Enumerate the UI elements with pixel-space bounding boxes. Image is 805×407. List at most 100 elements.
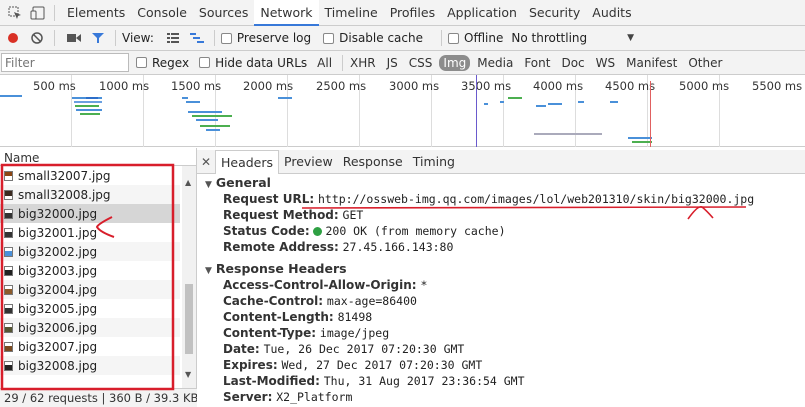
image-file-icon: [4, 227, 13, 238]
header-key: Server:: [223, 390, 273, 404]
header-row: Last-Modified: Thu, 31 Aug 2017 23:36:54…: [223, 374, 525, 388]
load-marker: [650, 81, 651, 147]
filter-input[interactable]: [1, 53, 129, 72]
tab-console[interactable]: Console: [131, 0, 193, 26]
list-item[interactable]: small32008.jpg: [0, 185, 180, 204]
hide-data-urls-label: Hide data URLs: [215, 55, 308, 70]
list-item[interactable]: big32004.jpg: [0, 280, 180, 299]
large-rows-icon[interactable]: [162, 27, 184, 49]
request-name: big32008.jpg: [18, 358, 98, 373]
filter-type-ws[interactable]: WS: [592, 55, 619, 71]
image-file-icon: [4, 284, 13, 295]
column-header-name[interactable]: Name: [0, 148, 196, 166]
preserve-log-checkbox[interactable]: Preserve log: [220, 31, 311, 45]
request-bar: [548, 103, 562, 105]
tab-preview[interactable]: Preview: [279, 150, 338, 174]
general-title: General: [215, 175, 271, 190]
request-bar: [628, 137, 652, 139]
response-headers-title: Response Headers: [215, 261, 347, 276]
tab-application[interactable]: Application: [441, 0, 523, 26]
filter-type-doc[interactable]: Doc: [557, 55, 588, 71]
request-url-value: http://ossweb-img.qq.com/images/lol/web2…: [317, 192, 755, 206]
tab-network[interactable]: Network: [254, 0, 319, 26]
request-bar: [206, 129, 220, 131]
timeline-tick-label: 2500 ms: [316, 79, 367, 93]
header-value: *: [420, 278, 428, 292]
list-item[interactable]: small32007.jpg: [0, 166, 180, 185]
filter-type-js[interactable]: JS: [383, 55, 402, 71]
header-key: Remote Address:: [223, 240, 339, 254]
timeline-tick-label: 4500 ms: [605, 79, 656, 93]
filter-icon[interactable]: [87, 27, 109, 49]
inspect-element-icon[interactable]: [7, 5, 23, 21]
scroll-up-icon[interactable]: ▲: [185, 178, 191, 187]
filter-type-other[interactable]: Other: [684, 55, 726, 71]
tab-security[interactable]: Security: [523, 0, 586, 26]
image-file-icon: [4, 322, 13, 333]
header-row: Access-Control-Allow-Origin: *: [223, 278, 427, 292]
list-item[interactable]: big32006.jpg: [0, 318, 180, 337]
device-mode-icon[interactable]: [30, 5, 46, 21]
list-item[interactable]: big32008.jpg: [0, 356, 180, 375]
list-item[interactable]: big32003.jpg: [0, 261, 180, 280]
checkbox-icon: [323, 32, 335, 44]
filter-type-css[interactable]: CSS: [405, 55, 437, 71]
list-item[interactable]: big32007.jpg: [0, 337, 180, 356]
checkbox-icon: [448, 32, 459, 44]
tab-audits[interactable]: Audits: [586, 0, 637, 26]
video-camera-icon[interactable]: [63, 27, 85, 49]
tab-timeline[interactable]: Timeline: [319, 0, 384, 26]
filter-type-img[interactable]: Img: [439, 54, 471, 71]
throttling-value: No throttling: [511, 31, 588, 45]
list-scrollbar[interactable]: ▲ ▼: [182, 166, 196, 388]
filter-bar: Regex Hide data URLs All XHR JS CSS Img …: [0, 51, 805, 75]
general-section-header[interactable]: ▼ General: [205, 175, 271, 190]
tab-response[interactable]: Response: [338, 150, 408, 174]
filter-type-media[interactable]: Media: [473, 55, 517, 71]
tab-sources[interactable]: Sources: [193, 0, 254, 26]
list-item-selected[interactable]: big32000.jpg: [0, 204, 180, 223]
request-bar: [196, 119, 218, 121]
network-overview[interactable]: 500 ms 1000 ms 1500 ms 2000 ms 2500 ms 3…: [0, 75, 805, 147]
request-bar: [578, 101, 584, 103]
list-item[interactable]: big32005.jpg: [0, 299, 180, 318]
response-headers-section-header[interactable]: ▼ Response Headers: [205, 261, 347, 276]
request-bar: [182, 97, 188, 99]
disable-cache-label: Disable cache: [339, 31, 423, 45]
timeline-tick-label: 5500 ms: [752, 79, 803, 93]
scroll-down-icon[interactable]: ▼: [185, 370, 191, 379]
header-value: 81498: [337, 310, 373, 324]
request-bar: [75, 105, 99, 107]
record-icon[interactable]: [2, 27, 24, 49]
request-name: small32007.jpg: [18, 168, 111, 183]
close-icon[interactable]: ✕: [197, 155, 215, 169]
list-item[interactable]: big32002.jpg: [0, 242, 180, 261]
disable-cache-checkbox[interactable]: Disable cache: [323, 31, 423, 45]
filter-type-font[interactable]: Font: [520, 55, 554, 71]
tab-headers[interactable]: Headers: [215, 149, 280, 174]
image-file-icon: [4, 208, 13, 219]
throttling-select[interactable]: No throttling ▼: [511, 31, 634, 45]
header-value: Tue, 26 Dec 2017 07:20:30 GMT: [263, 342, 465, 356]
tab-timing[interactable]: Timing: [408, 150, 460, 174]
clear-icon[interactable]: [26, 27, 48, 49]
waterfall-icon[interactable]: [186, 27, 208, 49]
scrollbar-thumb[interactable]: [185, 284, 193, 354]
filter-type-xhr[interactable]: XHR: [346, 55, 380, 71]
image-file-icon: [4, 303, 13, 314]
request-list: Name small32007.jpg small32008.jpg big32…: [0, 148, 197, 388]
filter-type-manifest[interactable]: Manifest: [622, 55, 681, 71]
header-key: Last-Modified:: [223, 374, 320, 388]
request-name: big32000.jpg: [18, 206, 98, 221]
filter-type-all[interactable]: All: [313, 55, 336, 71]
timeline-tick-label: 2000 ms: [243, 79, 294, 93]
list-item[interactable]: big32001.jpg: [0, 223, 180, 242]
tab-elements[interactable]: Elements: [61, 0, 131, 26]
offline-checkbox[interactable]: Offline: [448, 31, 503, 45]
regex-checkbox[interactable]: Regex: [136, 56, 189, 70]
tab-profiles[interactable]: Profiles: [384, 0, 441, 26]
timeline-tick-label: 3500 ms: [461, 79, 512, 93]
hide-data-urls-checkbox[interactable]: Hide data URLs: [199, 56, 307, 70]
request-bar: [500, 101, 504, 103]
divider: [54, 4, 55, 21]
